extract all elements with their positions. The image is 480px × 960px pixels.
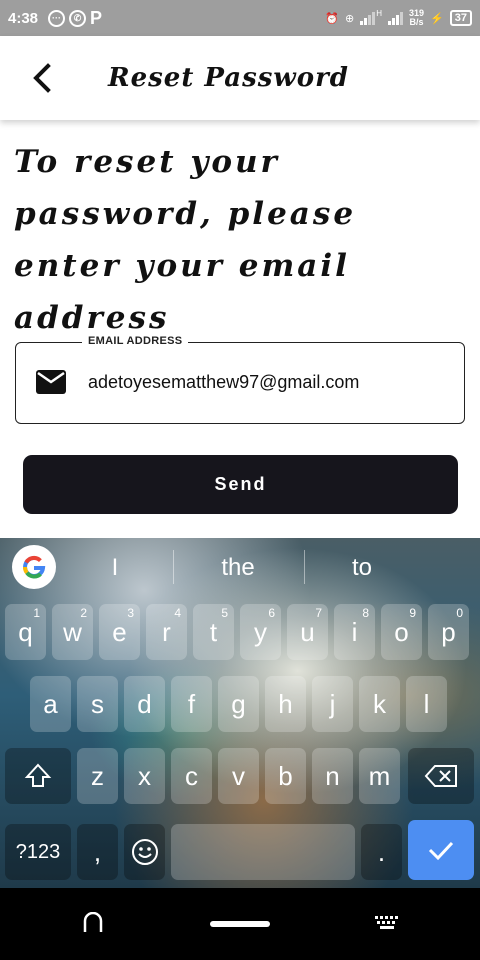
suggestion-2[interactable]: the [188,554,288,582]
key-s[interactable]: s [77,676,118,732]
home-pill[interactable] [210,921,270,927]
key-w[interactable]: w2 [52,604,93,660]
key-hint: 1 [33,606,40,620]
checkmark-icon [428,841,454,861]
email-input[interactable]: adetoyesematthew97@gmail.com [88,372,359,393]
whatsapp-icon: ✆ [69,9,87,27]
signal-type-label: H [376,8,383,18]
key-d[interactable]: d [124,676,165,732]
messages-icon: ··· [48,9,66,27]
key-r[interactable]: r4 [146,604,187,660]
space-key[interactable] [171,824,355,880]
key-l[interactable]: l [406,676,447,732]
key-hint: 2 [80,606,87,620]
key-n[interactable]: n [312,748,353,804]
key-label: q [18,616,33,647]
back-button[interactable] [22,58,62,98]
key-i[interactable]: i8 [334,604,375,660]
key-label: w [63,616,82,647]
back-nav-icon[interactable] [82,912,104,934]
backspace-icon [424,765,457,787]
key-hint: 4 [174,606,181,620]
symbols-key[interactable]: ?123 [5,824,71,880]
enter-key[interactable] [408,820,474,880]
key-label: t [209,616,218,647]
navigation-bar [0,888,480,960]
key-j[interactable]: j [312,676,353,732]
app-bar: Reset Password [0,36,480,120]
key-hint: 3 [127,606,134,620]
key-a[interactable]: a [30,676,71,732]
key-c[interactable]: c [171,748,212,804]
key-t[interactable]: t5 [193,604,234,660]
suggestion-3[interactable]: to [312,554,412,582]
key-label: p [441,616,456,647]
key-k[interactable]: k [359,676,400,732]
google-g-icon [23,555,46,579]
emoji-icon [131,839,158,865]
suggestion-divider [304,550,305,584]
email-field-label: EMAIL ADDRESS [82,335,189,347]
key-z[interactable]: z [77,748,118,804]
key-q[interactable]: q1 [5,604,46,660]
key-hint: 9 [409,606,416,620]
shift-key[interactable] [5,748,71,804]
status-time: 4:38 [8,9,39,27]
key-hint: 7 [315,606,322,620]
signal-2-icon [388,11,404,25]
instruction-heading: To reset your password, please enter you… [14,144,357,336]
key-x[interactable]: x [124,748,165,804]
key-o[interactable]: o9 [381,604,422,660]
key-h[interactable]: h [265,676,306,732]
status-right-icons: ⏰ ⊕ H 319 B/s ⚡ 37 [325,9,472,27]
send-button[interactable]: Send [23,455,458,514]
key-label: e [112,616,127,647]
page-title: Reset Password [108,63,349,93]
google-icon[interactable] [12,545,56,589]
key-p[interactable]: p0 [428,604,469,660]
alarm-icon: ⏰ [325,12,340,25]
key-u[interactable]: u7 [287,604,328,660]
key-y[interactable]: y6 [240,604,281,660]
charging-icon: ⚡ [430,12,444,25]
key-label: o [394,616,409,647]
mail-icon [36,370,66,394]
network-speed: 319 B/s [409,9,424,27]
status-bar: 4:38 ··· ✆ P ⏰ ⊕ H 319 B/s ⚡ 37 [0,0,480,36]
key-label: r [162,616,171,647]
signal-1-icon [360,11,376,25]
key-v[interactable]: v [218,748,259,804]
suggestion-1[interactable]: I [65,554,165,582]
email-field[interactable]: EMAIL ADDRESS adetoyesematthew97@gmail.c… [15,335,465,424]
key-label: i [351,616,358,647]
speed-unit: B/s [409,17,424,27]
battery-level: 37 [449,10,472,26]
key-f[interactable]: f [171,676,212,732]
key-m[interactable]: m [359,748,400,804]
key-g[interactable]: g [218,676,259,732]
app-p-icon: P [90,7,103,28]
comma-key[interactable]: , [77,824,118,880]
back-arrow-icon [33,63,51,93]
key-hint: 0 [456,606,463,620]
soft-keyboard: I the to q1w2e3r4t5y6u7i8o9p0 asdfghjkl … [0,538,480,888]
emoji-key[interactable] [124,824,165,880]
period-key[interactable]: . [361,824,402,880]
suggestion-divider [173,550,174,584]
backspace-key[interactable] [408,748,474,804]
key-e[interactable]: e3 [99,604,140,660]
keyboard-switch-icon[interactable] [374,914,400,932]
key-label: u [300,616,315,647]
shift-icon [24,763,52,787]
key-hint: 5 [221,606,228,620]
data-saver-icon: ⊕ [345,12,355,25]
key-label: y [254,616,267,647]
key-b[interactable]: b [265,748,306,804]
key-hint: 6 [268,606,275,620]
key-hint: 8 [362,606,369,620]
